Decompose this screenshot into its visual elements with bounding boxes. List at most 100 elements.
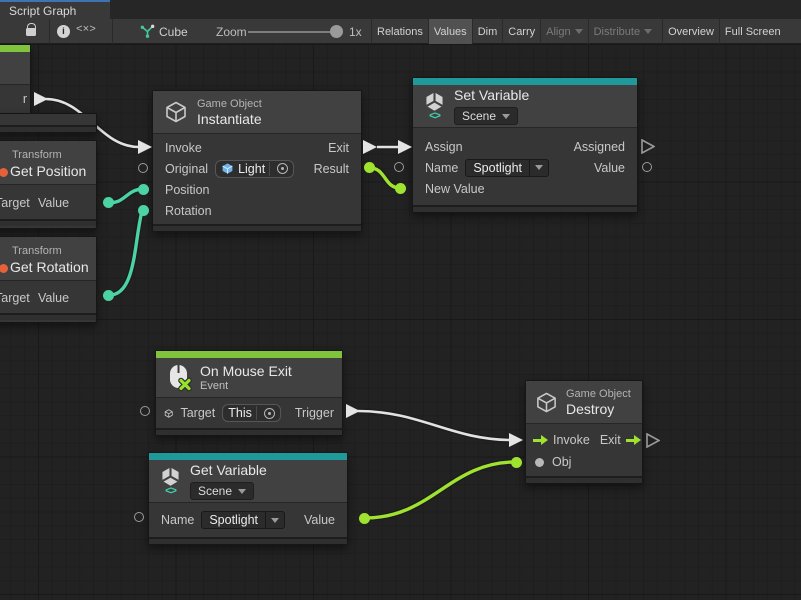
port-setvariable-newvalue-in[interactable] xyxy=(395,183,406,194)
port-label-invoke: Invoke xyxy=(553,433,590,447)
tab-script-graph[interactable]: Script Graph xyxy=(0,0,110,19)
button-label: Dim xyxy=(478,26,498,38)
graph-breadcrumb-icon xyxy=(140,24,155,44)
original-object-field[interactable]: Light xyxy=(215,160,294,178)
divider xyxy=(256,406,257,420)
node-instantiate[interactable]: Game Object Instantiate Invoke Exit Orig… xyxy=(152,90,362,232)
dropdown-button[interactable] xyxy=(529,160,548,176)
node-destroy[interactable]: Game Object Destroy Invoke Exit Obj xyxy=(525,380,643,484)
port-label-assigned: Assigned xyxy=(574,140,625,154)
variable-accent-bar xyxy=(413,78,637,85)
fullscreen-button[interactable]: Full Screen xyxy=(719,19,786,44)
port-destroy-exit-out[interactable] xyxy=(646,433,660,453)
node-offscreen-fragment[interactable] xyxy=(0,113,97,133)
port-destroy-obj-in[interactable] xyxy=(511,457,522,468)
dropdown-button[interactable] xyxy=(265,512,284,528)
node-title: Get Position xyxy=(10,163,86,179)
flow-in-arrow-icon xyxy=(533,434,548,446)
port-setvariable-assigned-out[interactable] xyxy=(641,139,655,159)
node-category: Game Object xyxy=(566,388,631,400)
node-title: Instantiate xyxy=(197,111,262,127)
port-event-trigger-out[interactable] xyxy=(34,92,48,106)
port-getrotation-value-out[interactable] xyxy=(103,290,114,301)
lock-icon[interactable] xyxy=(26,28,36,36)
mouse-event-icon xyxy=(167,364,191,391)
node-category: Transform xyxy=(12,149,62,161)
event-accent-bar xyxy=(156,351,342,358)
port-setvariable-name-in[interactable] xyxy=(394,162,404,172)
node-title: Set Variable xyxy=(454,87,529,103)
node-get-rotation[interactable]: Transform Get Rotation Target Value xyxy=(0,236,97,323)
target-object-field[interactable]: This xyxy=(222,404,281,422)
node-get-position[interactable]: Transform Get Position Target Value xyxy=(0,140,97,229)
graph-toolbar: i <×> Cube Zoom 1x Relations Values Dim … xyxy=(0,19,801,44)
node-footer xyxy=(149,537,347,544)
game-object-cube-icon xyxy=(535,391,558,414)
code-preview-icon[interactable]: <×> xyxy=(76,24,96,36)
tab-title: Script Graph xyxy=(9,4,76,18)
button-label: Align xyxy=(546,26,570,38)
port-instantiate-original-in[interactable] xyxy=(138,163,148,173)
zoom-slider-track[interactable] xyxy=(248,31,334,33)
node-footer xyxy=(156,428,342,435)
info-icon[interactable]: i xyxy=(57,25,70,38)
port-label-exit: Exit xyxy=(600,433,621,447)
chevron-down-icon xyxy=(238,489,246,494)
toolbar-buttons: Relations Values Dim Carry Align Distrib… xyxy=(371,19,801,44)
button-label: Distribute xyxy=(594,26,640,38)
variable-name-value: Spotlight xyxy=(202,512,265,528)
port-instantiate-rotation-in[interactable] xyxy=(138,205,149,216)
port-instantiate-result-out[interactable] xyxy=(364,162,375,173)
values-button[interactable]: Values xyxy=(428,19,472,44)
port-instantiate-position-in[interactable] xyxy=(138,184,149,195)
scope-value: Scene xyxy=(198,484,232,498)
node-title: Get Rotation xyxy=(10,259,89,275)
port-instantiate-invoke-in[interactable] xyxy=(138,140,152,154)
object-picker-icon[interactable] xyxy=(277,163,288,174)
port-label-obj: Obj xyxy=(552,455,571,469)
port-label-rotation: Rotation xyxy=(165,204,212,218)
port-onmouseexit-trigger-out[interactable] xyxy=(346,404,360,418)
node-offscreen-event[interactable]: r xyxy=(0,44,31,115)
carry-button[interactable]: Carry xyxy=(502,19,540,44)
script-graph-window: Script Graph ⋮ × i <×> Cube Zoom 1x Rela… xyxy=(0,0,801,600)
object-picker-icon[interactable] xyxy=(264,408,275,419)
node-on-mouse-exit[interactable]: On Mouse Exit Event Target This Trigger xyxy=(155,350,343,436)
node-footer xyxy=(0,313,96,320)
variable-name-dropdown[interactable]: Spotlight xyxy=(201,511,285,529)
variable-scope-dropdown[interactable]: Scene xyxy=(190,482,254,500)
port-label-name: Name xyxy=(161,513,194,527)
node-title: Get Variable xyxy=(190,462,267,478)
scope-value: Scene xyxy=(462,109,496,123)
port-setvariable-value-out[interactable] xyxy=(642,162,652,172)
port-label-new-value: New Value xyxy=(425,182,485,196)
variable-scope-dropdown[interactable]: Scene xyxy=(454,107,518,125)
button-label: Relations xyxy=(377,26,423,38)
breadcrumb-graph-name[interactable]: Cube xyxy=(159,25,188,39)
distribute-button[interactable]: Distribute xyxy=(588,19,657,44)
game-object-cube-icon xyxy=(164,406,173,421)
dim-button[interactable]: Dim xyxy=(472,19,503,44)
port-label-assign: Assign xyxy=(425,140,463,154)
graph-canvas[interactable] xyxy=(0,44,801,600)
overview-button[interactable]: Overview xyxy=(662,19,719,44)
variable-name-dropdown[interactable]: Spotlight xyxy=(465,159,549,177)
separator xyxy=(49,19,50,44)
variable-accent-bar xyxy=(149,453,347,460)
port-destroy-invoke-in[interactable] xyxy=(509,433,523,447)
align-button[interactable]: Align xyxy=(540,19,587,44)
node-set-variable[interactable]: <> Set Variable Scene Assign Assigned Na… xyxy=(412,77,638,213)
object-field-value: Light xyxy=(238,162,265,176)
port-label-target: Target xyxy=(180,406,215,420)
port-label-position: Position xyxy=(165,183,209,197)
port-instantiate-exit-out[interactable] xyxy=(363,140,377,154)
port-setvariable-assign-in[interactable] xyxy=(398,140,412,154)
port-getvariable-value-out[interactable] xyxy=(359,513,370,524)
port-getposition-value-out[interactable] xyxy=(103,197,114,208)
relations-button[interactable]: Relations xyxy=(371,19,428,44)
node-get-variable[interactable]: <> Get Variable Scene Name Spotlight Val… xyxy=(148,452,348,545)
port-getvariable-name-in[interactable] xyxy=(134,512,144,522)
node-category: Game Object xyxy=(197,98,262,110)
port-onmouseexit-target-in[interactable] xyxy=(140,406,150,416)
zoom-slider-knob[interactable] xyxy=(330,25,343,38)
